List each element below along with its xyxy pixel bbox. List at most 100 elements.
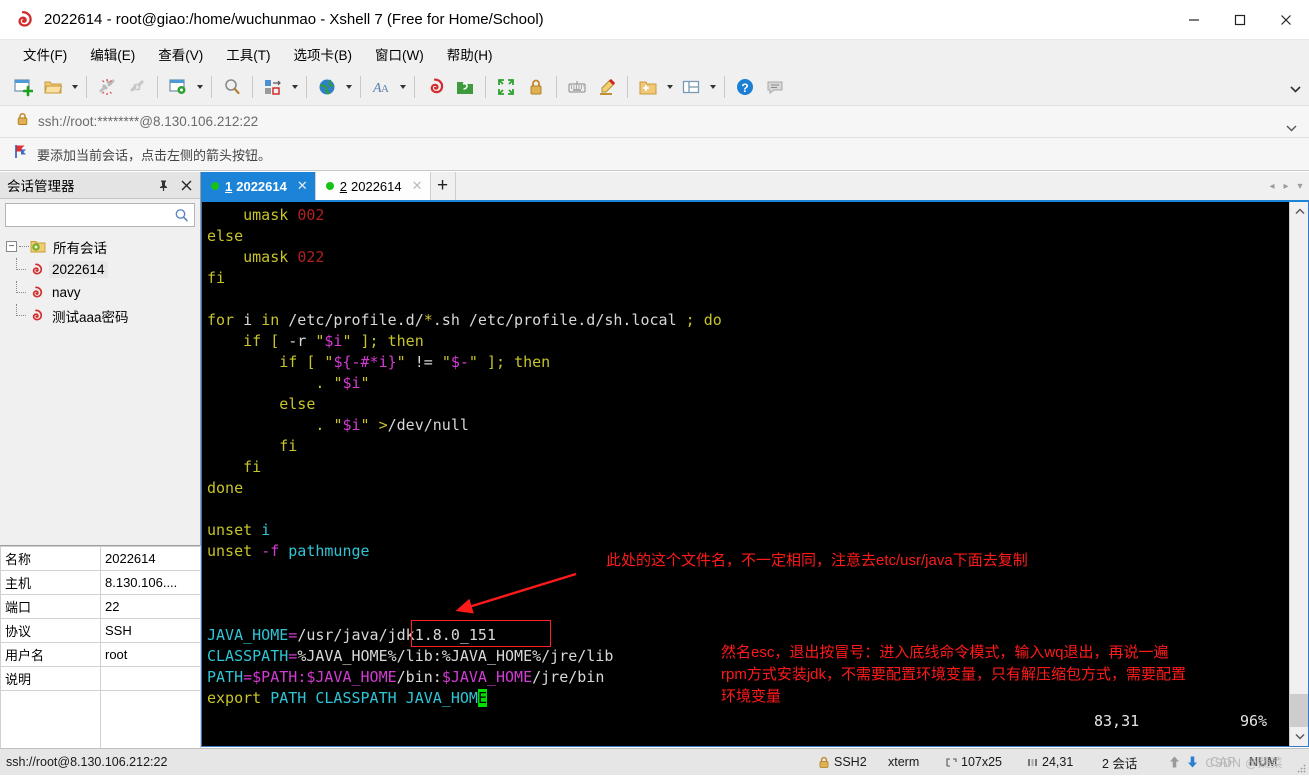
- globe-icon[interactable]: [312, 72, 342, 102]
- menu-tools[interactable]: 工具(T): [223, 42, 273, 66]
- highlight-icon[interactable]: [592, 72, 622, 102]
- table-row: 用户名 root: [0, 642, 201, 667]
- toolbar-separator: [627, 75, 628, 98]
- scroll-down-button[interactable]: [1290, 727, 1308, 746]
- property-key: 端口: [0, 594, 101, 619]
- tab-navigation: ◂ ▸ ▾: [1265, 176, 1307, 196]
- comment-icon[interactable]: [760, 72, 790, 102]
- font-icon[interactable]: A A: [366, 72, 396, 102]
- find-icon[interactable]: [217, 72, 247, 102]
- tree-connector: [6, 258, 28, 281]
- hint-bar-text: 要添加当前会话，点击左侧的箭头按钮。: [37, 147, 272, 163]
- status-cursor: 24,31: [1042, 755, 1074, 769]
- tab-session-1[interactable]: 1 2022614 ✕: [201, 172, 316, 200]
- transfer-icon[interactable]: [258, 72, 288, 102]
- annotation-filename-note: 此处的这个文件名，不一定相同，注意去etc/usr/java下面去复制: [606, 552, 1028, 569]
- close-button[interactable]: [1263, 0, 1309, 40]
- menu-window[interactable]: 窗口(W): [372, 42, 427, 66]
- toolbar-separator: [724, 75, 725, 98]
- sidebar-item-all-sessions[interactable]: − 所有会话: [0, 235, 200, 258]
- session-properties-dropdown[interactable]: [193, 72, 206, 102]
- maximize-button[interactable]: [1217, 0, 1263, 40]
- terminal-line: fi: [243, 458, 262, 476]
- tab-session-2[interactable]: 2 2022614 ✕: [315, 172, 431, 200]
- keyboard-icon[interactable]: [562, 72, 592, 102]
- property-value: 2022614: [100, 546, 201, 571]
- new-folder-dropdown[interactable]: [663, 72, 676, 102]
- property-key: 说明: [0, 666, 101, 691]
- layout-icon[interactable]: [676, 72, 706, 102]
- terminal-panel[interactable]: umask 002 else umask 022 fi for i in /etc/…: [201, 200, 1309, 747]
- close-icon[interactable]: ✕: [412, 178, 423, 194]
- flag-icon[interactable]: [14, 144, 29, 164]
- transfer-dropdown[interactable]: [288, 72, 301, 102]
- help-icon[interactable]: ?: [730, 72, 760, 102]
- sidebar-item-session-test[interactable]: 测试aaa密码: [0, 304, 200, 327]
- title-bar: 2022614 - root@giao:/home/wuchunmao - Xs…: [0, 0, 1309, 40]
- property-key: 名称: [0, 546, 101, 571]
- minimize-button[interactable]: [1171, 0, 1217, 40]
- xftp-icon[interactable]: [450, 72, 480, 102]
- terminal-line: . "$i": [315, 374, 370, 392]
- terminal-line: fi: [279, 437, 298, 455]
- tree-expander-icon[interactable]: −: [6, 241, 17, 252]
- session-manager-title: 会话管理器: [7, 179, 75, 194]
- lock-icon[interactable]: [521, 72, 551, 102]
- tree-connector: [6, 304, 28, 327]
- tab-next-button[interactable]: ▸: [1279, 176, 1293, 196]
- sidebar-item-label: 2022614: [49, 261, 108, 278]
- address-bar[interactable]: ssh://root:********@8.130.106.212:22: [0, 105, 1309, 138]
- session-search-box[interactable]: [5, 203, 195, 227]
- menu-view[interactable]: 查看(V): [155, 42, 206, 66]
- menu-file[interactable]: 文件(F): [20, 42, 70, 66]
- annotation-esc-note-line3: 环境变量: [721, 688, 782, 705]
- resize-grip[interactable]: [1296, 762, 1306, 773]
- chevron-down-icon[interactable]: [1286, 119, 1297, 137]
- new-folder-icon[interactable]: [633, 72, 663, 102]
- menu-edit[interactable]: 编辑(E): [87, 42, 138, 66]
- table-row: 端口 22: [0, 594, 201, 619]
- status-cursor-group: 24,31: [1027, 755, 1073, 769]
- sidebar-item-session-2022614[interactable]: 2022614: [0, 258, 200, 281]
- terminal-line: umask 002: [243, 206, 325, 224]
- menu-bar: 文件(F) 编辑(E) 查看(V) 工具(T) 选项卡(B) 窗口(W) 帮助(…: [0, 40, 1309, 68]
- sidebar-item-session-navy[interactable]: navy: [0, 281, 200, 304]
- xshell-icon: [12, 9, 34, 31]
- scroll-up-button[interactable]: [1290, 202, 1308, 221]
- search-icon[interactable]: [174, 208, 189, 223]
- terminal-line: else: [207, 227, 244, 245]
- tab-list-button[interactable]: ▾: [1293, 176, 1307, 196]
- new-tab-button[interactable]: +: [430, 172, 456, 200]
- scrollbar-thumb[interactable]: [1290, 694, 1308, 727]
- menu-help[interactable]: 帮助(H): [444, 42, 496, 66]
- close-icon[interactable]: [177, 176, 196, 195]
- sidebar-item-label: 所有会话: [53, 240, 107, 256]
- close-icon[interactable]: ✕: [297, 178, 308, 194]
- layout-dropdown[interactable]: [706, 72, 719, 102]
- open-folder-dropdown[interactable]: [68, 72, 81, 102]
- globe-dropdown[interactable]: [342, 72, 355, 102]
- toolbar-separator: [556, 75, 557, 98]
- menu-tabs[interactable]: 选项卡(B): [291, 42, 356, 66]
- search-input[interactable]: [6, 205, 174, 225]
- xshell-session-icon: [28, 262, 44, 278]
- tab-status-dot: [325, 182, 334, 190]
- property-value: root: [100, 642, 201, 667]
- terminal-line: else: [279, 395, 316, 413]
- xshell-icon[interactable]: [420, 72, 450, 102]
- table-row: 说明: [0, 666, 201, 691]
- terminal-line: for i in /etc/profile.d/*.sh /etc/profil…: [207, 311, 722, 329]
- open-folder-icon[interactable]: [38, 72, 68, 102]
- pin-icon[interactable]: [154, 176, 173, 195]
- tab-label: 2022614: [351, 178, 402, 194]
- font-dropdown[interactable]: [396, 72, 409, 102]
- session-properties-icon[interactable]: [163, 72, 193, 102]
- address-bar-url: ssh://root:********@8.130.106.212:22: [38, 114, 259, 129]
- tab-prev-button[interactable]: ◂: [1265, 176, 1279, 196]
- terminal-scrollbar[interactable]: [1289, 202, 1308, 746]
- property-value: [100, 666, 201, 691]
- fullscreen-icon[interactable]: [491, 72, 521, 102]
- new-session-icon[interactable]: [8, 72, 38, 102]
- toolbar-expand-button[interactable]: [1290, 80, 1301, 98]
